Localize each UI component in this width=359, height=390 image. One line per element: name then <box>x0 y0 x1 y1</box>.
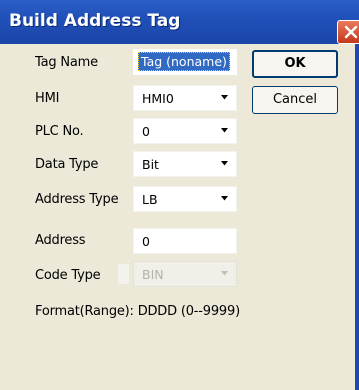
format-range: Format(Range): DDDD (0--9999) <box>35 304 240 319</box>
code-type-select: BIN <box>133 261 237 287</box>
chevron-down-icon <box>221 271 228 276</box>
tag-name-label: Tag Name <box>35 55 98 70</box>
title-bar[interactable]: Build Address Tag <box>0 0 359 44</box>
data-type-select[interactable]: Bit <box>133 151 237 177</box>
hmi-select[interactable]: HMI0 <box>133 85 237 111</box>
hmi-value: HMI0 <box>142 91 174 106</box>
tag-name-value: Tag (noname) <box>138 52 230 71</box>
address-value: 0 <box>142 234 150 249</box>
chevron-down-icon <box>221 95 228 100</box>
plc-no-select[interactable]: 0 <box>133 118 237 144</box>
format-label: Format(Range): <box>35 304 134 319</box>
code-type-disabled-swatch <box>118 264 129 284</box>
address-type-value: LB <box>142 192 158 207</box>
address-input[interactable]: 0 <box>133 228 237 254</box>
address-label: Address <box>35 233 86 248</box>
chevron-down-icon <box>221 161 228 166</box>
chevron-down-icon <box>221 128 228 133</box>
hmi-label: HMI <box>35 91 60 106</box>
plc-no-label: PLC No. <box>35 124 84 139</box>
data-type-value: Bit <box>142 157 159 172</box>
code-type-label: Code Type <box>35 268 101 283</box>
close-icon <box>344 25 358 39</box>
cancel-button[interactable]: Cancel <box>252 86 338 114</box>
window-border <box>355 44 359 390</box>
window-title: Build Address Tag <box>9 11 181 31</box>
close-button[interactable] <box>337 20 359 44</box>
address-type-select[interactable]: LB <box>133 186 237 212</box>
plc-no-value: 0 <box>142 124 150 139</box>
code-type-value: BIN <box>142 267 164 282</box>
data-type-label: Data Type <box>35 157 99 172</box>
tag-name-input[interactable]: Tag (noname) <box>133 49 237 75</box>
address-type-label: Address Type <box>35 192 119 207</box>
format-value: DDDD (0--9999) <box>137 304 240 319</box>
ok-button[interactable]: OK <box>252 50 338 78</box>
chevron-down-icon <box>221 196 228 201</box>
